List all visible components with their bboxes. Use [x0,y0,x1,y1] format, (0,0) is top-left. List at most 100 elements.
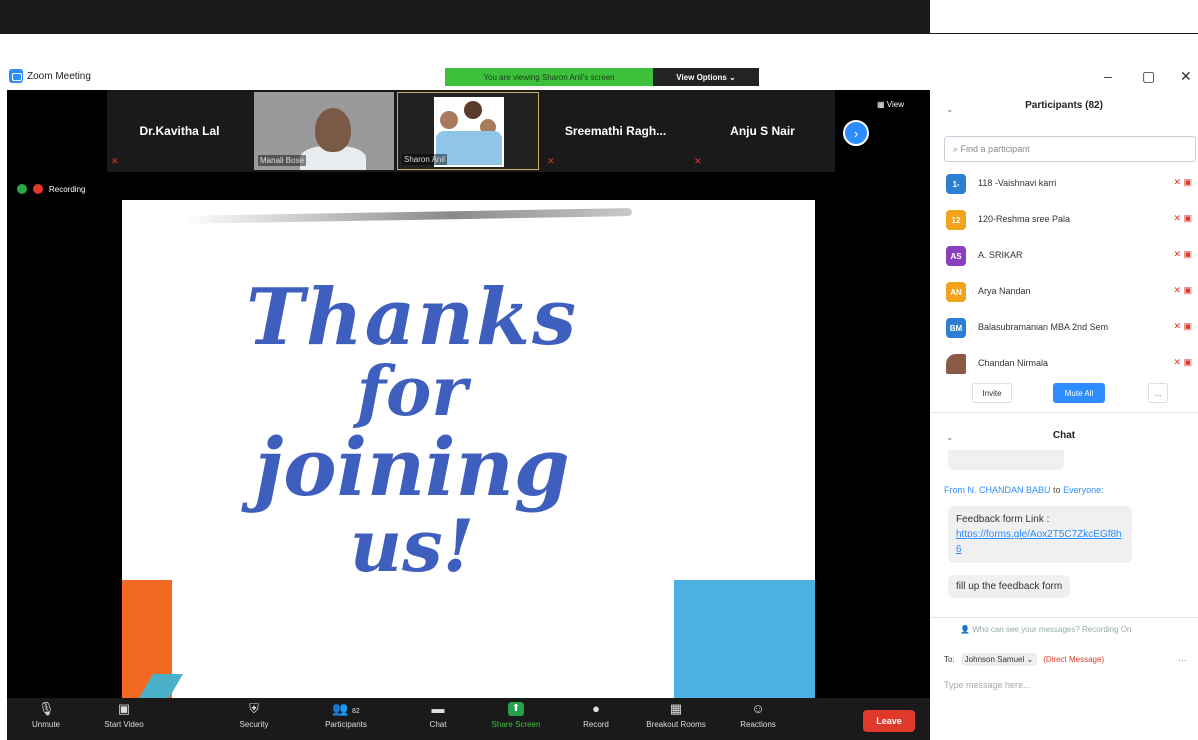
chat-message: Feedback form Link : https://forms.gle/A… [948,506,1132,563]
zoom-app-icon [9,69,23,83]
chat-message: fill up the feedback form [948,575,1071,598]
tile-sharon[interactable]: Sharon Anil [397,92,539,170]
divider [930,617,1198,618]
avatar [946,354,966,374]
mic-muted-icon: ✕ [547,156,555,166]
participant-row[interactable]: BM Balasubramanian MBA 2nd Sem ✕ ▣ [944,309,1194,345]
participant-name: 120-Reshma sree Pala [978,214,1071,224]
participants-button[interactable]: 👥 82 Participants [311,701,381,730]
avatar: 1- [946,174,966,194]
participant-name: Arya Nandan [978,286,1031,296]
tile-anju[interactable]: Anju S Nair ✕ [690,92,835,170]
meeting-area: Dr.Kavitha Lal ✕ Manali Bose Sharon Anil… [7,90,930,740]
divider [930,412,1198,413]
who-can-see-link[interactable]: 👤 Who can see your messages? Recording O… [960,625,1131,634]
participant-name: Balasubramanian MBA 2nd Sem [978,322,1109,332]
tile-name: Dr.Kavitha Lal [139,124,220,138]
brush-stroke [181,208,633,224]
leave-button[interactable]: Leave [863,710,915,732]
participant-row[interactable]: Chandan Nirmala ✕ ▣ [944,345,1194,381]
top-black-bar [0,0,930,34]
teal-decor [674,580,815,698]
tile-kavitha[interactable]: Dr.Kavitha Lal ✕ [107,92,252,170]
reactions-button[interactable]: ☺ Reactions [723,701,793,730]
maximize-icon[interactable]: ▢ [1142,68,1155,85]
mute-all-button[interactable]: Mute All [1053,383,1105,403]
slide-line: Thanks [246,272,578,363]
avatar: 12 [946,210,966,230]
recording-icon [33,184,43,194]
view-options-button[interactable]: View Options ⌄ [653,68,759,86]
mic-video-off-icon: ✕ ▣ [1173,249,1192,259]
participant-name: A. SRIKAR [978,250,1023,260]
tile-name: Manali Bose [258,155,307,166]
share-icon: ⬆ [508,702,524,716]
encryption-shield-icon[interactable] [17,184,27,194]
feedback-link[interactable]: https://forms.gle/Aox2T5C7ZkcEGf8h6 [956,529,1122,555]
status-row: Recording [17,184,85,194]
security-button[interactable]: ⛨ Security [219,701,289,730]
participant-name: 118 -Vaishnavi karri [978,178,1057,188]
mic-video-off-icon: ✕ ▣ [1173,357,1192,367]
participant-row[interactable]: AS A. SRIKAR ✕ ▣ [944,237,1194,273]
next-page-icon[interactable]: › [843,120,869,146]
mic-video-off-icon: ✕ ▣ [1173,177,1192,187]
chat-title: Chat [1052,430,1076,441]
side-panel: ⌄ Participants (82) ⌕ Find a participant… [930,90,1198,740]
tile-manali[interactable]: Manali Bose [254,92,394,170]
grid-icon: ▦ [669,701,683,716]
recipient-dropdown[interactable]: Johnson Samuel ⌄ [960,653,1038,666]
minimize-icon[interactable]: – [1104,68,1112,84]
share-screen-button[interactable]: ⬆ Share Screen [481,702,551,729]
record-button[interactable]: ● Record [561,701,631,730]
shield-icon: ⛨ [249,701,259,716]
chat-bubble-cut [948,450,1064,470]
chat-button[interactable]: ▬ Chat [403,701,473,730]
chat-input[interactable]: Type message here... [944,680,1031,690]
recording-label: Recording [49,184,86,194]
mic-muted-icon: ✕ [111,156,119,166]
more-icon[interactable]: … [1178,653,1187,663]
record-icon: ● [592,701,600,716]
sharing-banner: You are viewing Sharon Anil's screen [445,68,653,86]
avatar: AN [946,282,966,302]
participants-title: Participants (82) [1025,100,1103,111]
chat-recipient-row: To: Johnson Samuel ⌄ (Direct Message) [944,653,1105,666]
people-icon: 👥 82 [332,701,360,716]
participant-search-input[interactable]: ⌕ Find a participant [944,136,1196,162]
chat-icon: ▬ [431,701,445,716]
video-off-icon: ▣ [117,701,131,716]
close-icon[interactable]: ✕ [1180,68,1192,85]
participant-row[interactable]: AN Arya Nandan ✕ ▣ [944,273,1194,309]
app-title: Zoom Meeting [27,71,91,82]
unmute-button[interactable]: 🎙 Unmute [11,702,81,730]
tile-name: Anju S Nair [730,124,795,138]
invite-button[interactable]: Invite [972,383,1012,403]
participant-name: Chandan Nirmala [978,358,1049,368]
meeting-toolbar: 🎙 Unmute ▣ Start Video ⛨ Security 👥 82 P… [7,698,930,740]
more-options-button[interactable]: ... [1148,383,1168,403]
participant-row[interactable]: 1- 118 -Vaishnavi karri ✕ ▣ [944,165,1194,201]
top-divider [930,33,1198,34]
mic-video-off-icon: ✕ ▣ [1173,285,1192,295]
start-video-button[interactable]: ▣ Start Video [89,701,159,730]
slide-line: us! [349,502,475,588]
slide-text: Thanks for joining us! [122,278,702,582]
emoji-icon: ☺ [751,701,765,716]
slide-line: for [356,351,468,432]
breakout-rooms-button[interactable]: ▦ Breakout Rooms [641,701,711,730]
participant-row[interactable]: 12 120-Reshma sree Pala ✕ ▣ [944,201,1194,237]
mic-muted-icon: ✕ [694,156,702,166]
mic-video-off-icon: ✕ ▣ [1173,321,1192,331]
chat-sender: From N. CHANDAN BABU to Everyone: [944,485,1104,495]
video-face [315,108,351,152]
avatar: AS [946,246,966,266]
view-button[interactable]: ▦ View [877,100,904,109]
direct-message-label: (Direct Message) [1043,655,1105,664]
slide-line: joining [254,419,570,514]
participant-strip: Dr.Kavitha Lal ✕ Manali Bose Sharon Anil… [107,90,835,172]
tile-name: Sreemathi Ragh... [564,124,667,138]
mic-video-off-icon: ✕ ▣ [1173,213,1192,223]
tile-sreemathi[interactable]: Sreemathi Ragh... ✕ [543,92,688,170]
shared-screen: Thanks for joining us! [122,200,815,698]
